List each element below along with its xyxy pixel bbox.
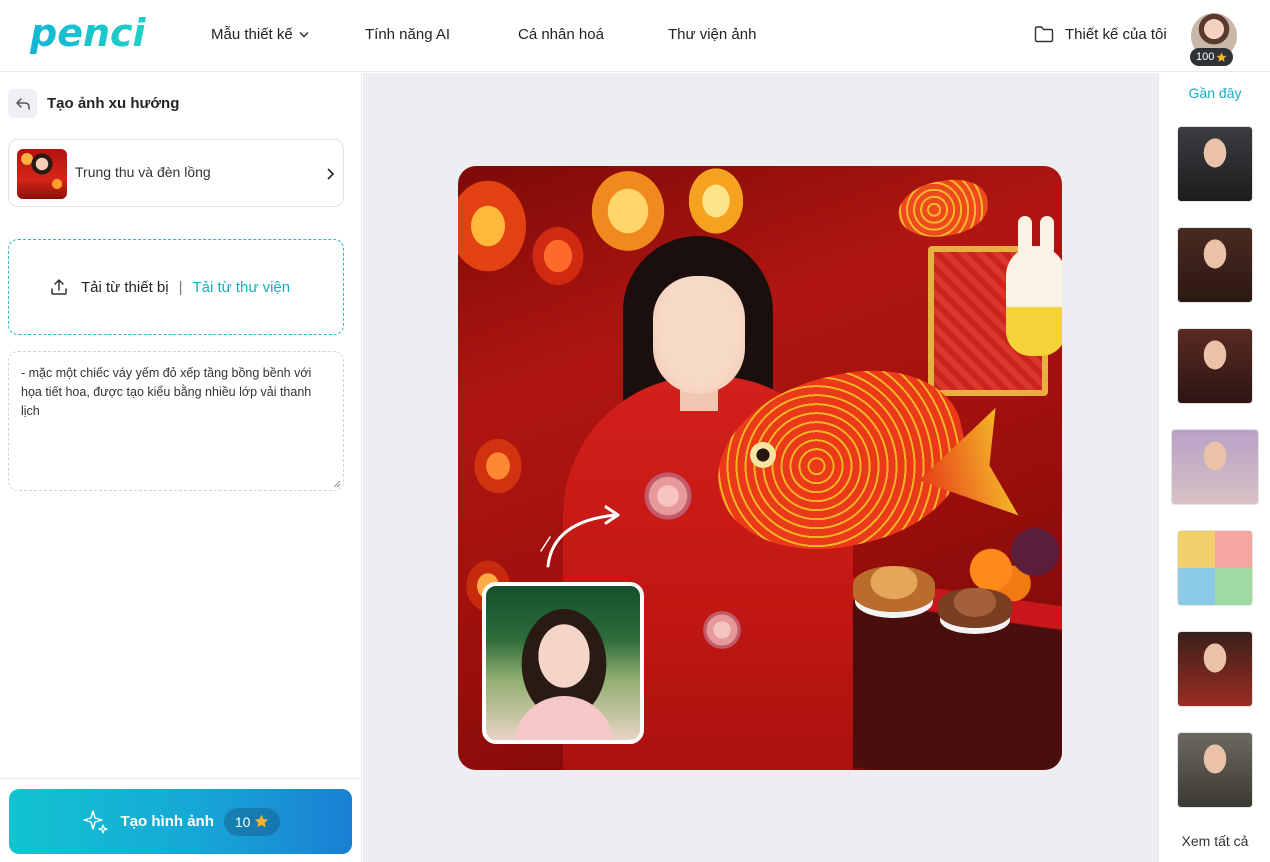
chevron-down-icon <box>299 31 309 38</box>
recent-tab[interactable]: Gần đây <box>1159 85 1270 101</box>
see-all-link[interactable]: Xem tất cả <box>1159 833 1270 849</box>
credits-badge: 100 <box>1190 48 1234 66</box>
template-selector[interactable]: Trung thu và đèn lồng <box>8 139 344 207</box>
template-preview-image <box>458 166 1062 770</box>
top-header: penci Mẫu thiết kế Tính năng AI Cá nhân … <box>0 0 1270 72</box>
nav-photo-library[interactable]: Thư viện ảnh <box>668 26 756 43</box>
preview-mooncake <box>853 566 935 612</box>
preview-embroidery <box>698 606 746 654</box>
nav-templates[interactable]: Mẫu thiết kế <box>211 26 309 43</box>
recent-thumb-3[interactable] <box>1177 328 1253 404</box>
star-icon <box>1216 52 1227 62</box>
sparkle-icon <box>82 809 108 834</box>
credits-count: 100 <box>1196 51 1215 63</box>
preview-mooncake <box>938 588 1012 628</box>
my-designs-link[interactable]: Thiết kế của tôi <box>1034 25 1167 43</box>
generate-cost: 10 <box>234 813 251 830</box>
recent-thumb-7[interactable] <box>1177 732 1253 808</box>
upload-separator: | <box>178 278 183 296</box>
back-button[interactable] <box>8 89 37 118</box>
recent-thumb-4[interactable] <box>1171 429 1259 505</box>
curved-arrow-icon <box>540 505 620 568</box>
upload-dropzone[interactable]: Tải từ thiết bị | Tải từ thư viện <box>8 239 344 335</box>
source-face-photo <box>482 582 644 744</box>
panel-title: Tạo ảnh xu hướng <box>47 95 180 112</box>
preview-hanging-fish <box>894 175 992 242</box>
upload-icon <box>51 279 67 295</box>
left-panel: Tạo ảnh xu hướng Trung thu và đèn lồng T… <box>0 73 362 862</box>
preview-fish-eye <box>750 442 776 468</box>
recent-rail: Gần đây Xem tất cả <box>1158 73 1270 862</box>
upload-from-library-button[interactable]: Tải từ thư viện <box>192 279 290 296</box>
penci-logo[interactable]: penci <box>28 8 150 62</box>
recent-thumb-1[interactable] <box>1177 126 1253 202</box>
folder-icon <box>1034 26 1054 43</box>
upload-options: Tải từ thiết bị | Tải từ thư viện <box>49 277 290 297</box>
my-designs-label: Thiết kế của tôi <box>1065 25 1167 43</box>
upload-from-device-button[interactable]: Tải từ thiết bị <box>81 279 169 296</box>
recent-thumb-6[interactable] <box>1177 631 1253 707</box>
chevron-right-icon <box>327 168 335 180</box>
nav-ai-features[interactable]: Tính năng AI <box>365 26 450 43</box>
star-icon <box>255 814 269 828</box>
generate-cost-badge: 10 <box>223 807 281 836</box>
preview-bunny-lantern <box>1006 216 1062 356</box>
preview-canvas <box>363 73 1158 862</box>
recent-thumb-5[interactable] <box>1177 530 1253 606</box>
template-thumbnail <box>17 149 67 199</box>
generate-image-button[interactable]: Tạo hình ảnh 10 <box>9 789 352 854</box>
resize-handle-icon[interactable] <box>332 479 341 488</box>
svg-text:penci: penci <box>29 11 147 55</box>
back-arrow-icon <box>15 97 30 110</box>
preview-embroidery <box>638 466 698 526</box>
recent-thumb-2[interactable] <box>1177 227 1253 303</box>
nav-templates-label: Mẫu thiết kế <box>211 26 293 43</box>
panel-divider <box>0 778 362 779</box>
template-name: Trung thu và đèn lồng <box>75 164 211 180</box>
preview-face <box>653 276 745 394</box>
nav-personalize[interactable]: Cá nhân hoá <box>518 26 604 43</box>
generate-label: Tạo hình ảnh <box>120 813 214 830</box>
prompt-textarea[interactable]: - mặc một chiếc váy yếm đỏ xếp tầng bồng… <box>8 351 344 491</box>
source-photo-body <box>514 696 614 740</box>
